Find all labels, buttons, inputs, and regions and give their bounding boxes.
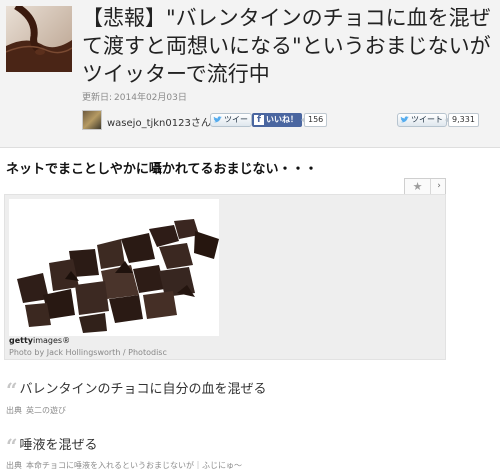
- author-suffix: さん: [190, 118, 211, 129]
- chocolate-photo[interactable]: [9, 199, 219, 336]
- quote-text: 唾液を混ぜる: [19, 438, 98, 453]
- source-label: 出典: [6, 406, 22, 415]
- author-share-row: wasejo_tjkn0123さん ツイー f いいね！ 156 ツイート 9,…: [82, 110, 496, 132]
- updated-value: 2014年02月03日: [114, 93, 187, 103]
- author-username[interactable]: wasejo_tjkn0123: [107, 118, 191, 129]
- avatar[interactable]: [82, 110, 102, 130]
- tweet-count: 9,331: [445, 113, 479, 127]
- twitter-bird-icon: [213, 116, 222, 123]
- updated-date: 更新日: 2014年02月03日: [82, 90, 189, 103]
- quote-item: “唾液を混ぜる: [6, 434, 98, 458]
- image-card: gettyimages® Photo by Jack Hollingsworth…: [4, 194, 446, 360]
- item-toolbar: ★ ›: [404, 178, 446, 195]
- article-header: 【悲報】"バレンタインのチョコに血を混ぜて渡すと両想いになる"というおまじないが…: [0, 0, 500, 148]
- source-label: 出典: [6, 461, 22, 470]
- source-line: 出典 英二の遊び: [6, 405, 66, 416]
- facebook-like-button[interactable]: f いいね！: [252, 113, 302, 127]
- getty-logo: gettyimages®: [9, 336, 71, 345]
- like-label: いいね！: [266, 115, 298, 124]
- favorite-star-icon[interactable]: ★: [405, 179, 431, 194]
- author-name[interactable]: wasejo_tjkn0123さん: [107, 114, 211, 129]
- like-count: 156: [300, 113, 328, 127]
- quote-icon: “: [6, 434, 18, 458]
- twitter-bird-icon: [400, 116, 409, 123]
- article-thumbnail: [6, 6, 72, 72]
- tweet-button-left[interactable]: ツイー: [210, 113, 252, 127]
- photo-credit: Photo by Jack Hollingsworth / Photodisc: [9, 348, 167, 357]
- article-title: 【悲報】"バレンタインのチョコに血を混ぜて渡すと両想いになる"というおまじないが…: [82, 6, 491, 86]
- facebook-icon: f: [254, 115, 264, 125]
- section-heading: ネットでまことしやかに囁かれてるおまじない・・・: [6, 162, 318, 177]
- source-link[interactable]: 本命チョコに唾液を入れるというおまじないが｜ふじにゅ～: [26, 461, 242, 470]
- updated-label: 更新日:: [82, 93, 113, 103]
- quote-item: “バレンタインのチョコに自分の血を混ぜる: [6, 378, 267, 402]
- tweet-label-right: ツイート: [411, 115, 443, 124]
- tweet-button-right[interactable]: ツイート: [397, 113, 447, 127]
- tweet-label-left: ツイー: [224, 115, 248, 124]
- quote-text: バレンタインのチョコに自分の血を混ぜる: [19, 382, 267, 397]
- source-line: 出典 本命チョコに唾液を入れるというおまじないが｜ふじにゅ～: [6, 460, 242, 471]
- source-link[interactable]: 英二の遊び: [26, 406, 66, 415]
- chevron-right-icon[interactable]: ›: [432, 179, 446, 194]
- quote-icon: “: [6, 378, 18, 402]
